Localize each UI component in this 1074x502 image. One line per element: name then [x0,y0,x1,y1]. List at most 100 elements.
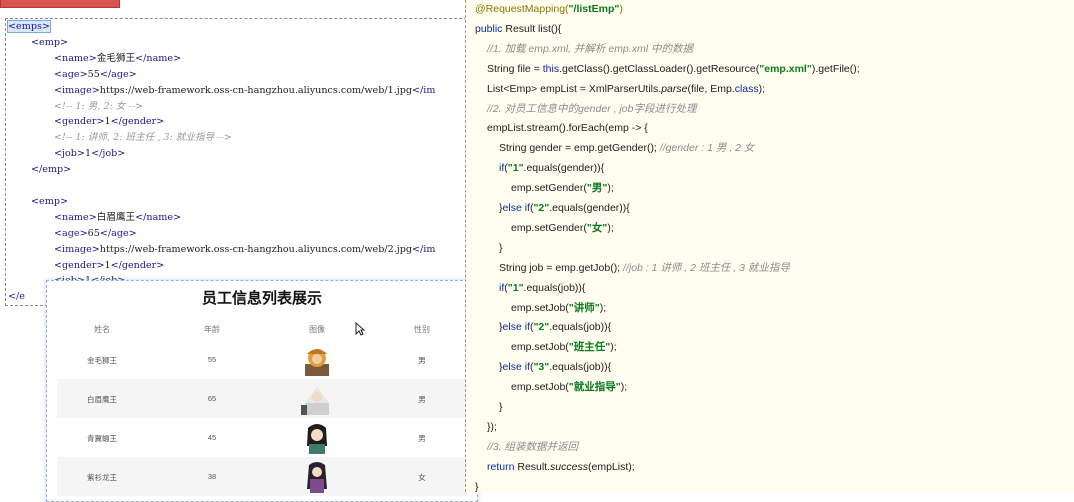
header-image: 图像 [309,325,325,334]
xml-token: <emp> [31,195,68,207]
java-code-panel: @RequestMapping("/listEmp") public Result… [465,0,1074,492]
xml-token: </name> [135,52,182,64]
code-token: "2" [533,202,550,214]
code-token: "女" [586,221,608,234]
code-token: //1. 加载 emp.xml, 并解析 emp.xml 中的数据 [487,42,693,55]
row-age: 45 [207,433,217,442]
code-token: (file, Emp. [687,82,735,95]
code-token: "3" [533,361,550,374]
code-line: @RequestMapping("/listEmp") [475,1,623,17]
code-token: //job : 1 讲师 , 2 班主任 , 3 就业指导 [623,261,790,274]
xml-token: 55 [87,68,100,80]
xml-token: <image> [54,243,100,255]
xml-code-line: <image>https://web-framework.oss-cn-hang… [54,84,435,98]
xml-token: <emp> [31,36,68,48]
table-row: 紫衫龙王 38 女 [57,457,467,496]
employee-table-card: 员工信息列表展示 姓名 年龄 图像 性别 金毛狮王 55 男 白眉鹰王 65 男… [46,280,478,502]
xml-code-line: <!-- 1: 讲师, 2: 班主任 , 3: 就业指导 --> [54,131,232,145]
code-token: else if [502,361,530,374]
xml-code-line: </e [8,290,25,304]
code-token: String file = [487,62,543,75]
table-title: 员工信息列表展示 [201,290,322,307]
code-token: public [475,22,506,35]
header-gender: 性别 [414,325,430,334]
code-token: "2" [533,321,550,334]
xml-code-line: <age>65</age> [54,227,137,241]
code-line: empList.stream().forEach(emp -> { [487,120,648,136]
header-name: 姓名 [94,325,110,334]
code-token: ); [607,221,614,234]
code-token: String gender = emp.getGender(); [499,142,660,155]
table-row: 白眉鹰王 65 男 [57,379,467,418]
code-token: ); [758,82,766,95]
xml-token: </e [8,291,25,303]
xml-token: </age> [99,227,137,239]
code-token: "就业指导" [568,381,621,394]
mouse-cursor-icon [355,322,365,336]
code-line: emp.setGender("女"); [511,220,614,236]
code-token: String job = emp.getJob(); [499,261,624,274]
code-token: ) [619,3,623,15]
code-line: emp.setJob("讲师"); [511,300,606,316]
xml-code-line: <emp> [31,195,68,209]
code-token: Result. [517,460,551,473]
xml-code-line: <emps> [7,20,51,34]
code-token: class [734,82,759,95]
code-token: ).getFile(); [811,62,860,75]
header-age: 年龄 [204,325,220,334]
xml-token: <age> [54,227,88,239]
table-row: 金毛狮王 55 男 [57,340,467,379]
xml-token: <image> [54,84,100,96]
code-line: String gender = emp.getGender(); //gende… [499,140,754,156]
code-line: if("1".equals(job)){ [499,280,585,296]
code-token: "/listEmp" [568,3,620,15]
code-line: emp.setJob("就业指导"); [511,379,627,395]
xml-token: 金毛狮王 [96,52,136,64]
xml-code-line: <name>金毛狮王</name> [54,52,181,66]
code-token: else if [502,202,530,214]
code-token: "1" [507,162,524,175]
code-token: ); [610,341,617,354]
code-line: //1. 加载 emp.xml, 并解析 emp.xml 中的数据 [487,41,693,57]
xml-token: </gender> [110,116,165,128]
code-line: public Result list(){ [475,21,561,37]
xml-token: https://web-framework.oss-cn-hangzhou.al… [99,84,413,96]
xml-code-line: <image>https://web-framework.oss-cn-hang… [54,243,435,257]
code-line: } [475,479,479,492]
code-token: parse [661,82,688,95]
xml-code-line: <gender>1</gender> [54,115,164,129]
code-token: emp.setGender( [511,182,587,195]
code-token: return [487,460,518,473]
code-line: //2. 对员工信息中的gender , job字段进行处理 [487,101,696,117]
code-token: this [542,62,560,75]
xml-editor-panel: <emps> <emp> <name>金毛狮王</name> <age>55</age… [5,18,477,306]
code-line: String file = this.getClass().getClassLo… [487,61,860,77]
code-line: //3. 组装数据并返回 [487,439,578,455]
row-age: 65 [207,394,217,403]
xml-token: <age> [54,68,88,80]
avatar-image [307,424,327,454]
xml-token: </age> [99,68,137,80]
code-token: (empList); [587,460,635,473]
avatar-image [301,387,329,415]
xml-code-line: <gender>1</gender> [54,259,164,273]
code-line: } [499,240,503,256]
code-token: "emp.xml" [759,62,812,75]
code-token: emp.setGender( [511,221,587,234]
code-line: String job = emp.getJob(); //job : 1 讲师 … [499,260,790,276]
row-age: 55 [207,355,217,364]
row-name: 白眉鹰王 [87,395,117,404]
code-token: .getClass().getClassLoader().getResource… [559,62,760,75]
code-token: .equals(gender)){ [523,162,605,175]
code-token: ); [607,182,614,195]
row-gender: 女 [418,473,426,482]
row-gender: 男 [418,356,426,365]
xml-token: </name> [135,211,182,223]
xml-code-line: <age>55</age> [54,68,137,82]
xml-token: <name> [54,52,97,64]
xml-token: <emps> [7,20,51,33]
xml-token: <name> [54,211,97,223]
row-age: 38 [207,472,217,481]
row-name: 金毛狮王 [87,356,117,365]
code-token: .equals(job)){ [523,281,586,294]
